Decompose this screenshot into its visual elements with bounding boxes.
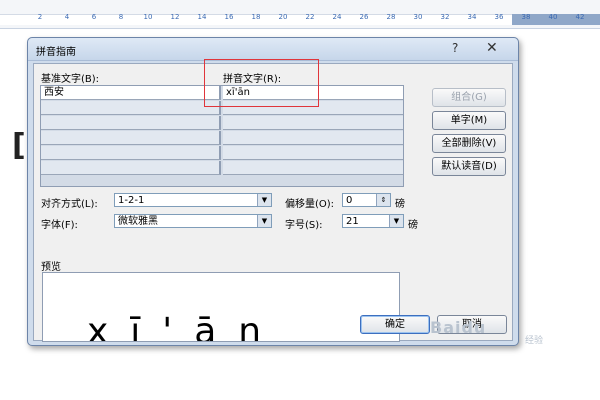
ruler-tick-label: 36 bbox=[494, 13, 504, 21]
preview-pinyin-text: xī'ān bbox=[87, 311, 284, 342]
ruler-tick-label: 42 bbox=[575, 13, 585, 21]
pinyin-text-field[interactable] bbox=[223, 116, 403, 130]
font-value: 微软雅黑 bbox=[118, 216, 158, 227]
chevron-down-icon[interactable]: ▼ bbox=[257, 194, 271, 206]
single-char-button[interactable]: 单字(M) bbox=[432, 111, 506, 130]
grid-row bbox=[41, 161, 403, 176]
ruler-tick-label: 40 bbox=[548, 13, 558, 21]
base-text-label: 基准文字(B): bbox=[41, 74, 100, 85]
ruler-tick-label: 14 bbox=[197, 13, 207, 21]
ruler-tick-label: 32 bbox=[440, 13, 450, 21]
combine-button[interactable]: 组合(G) bbox=[432, 88, 506, 107]
offset-value: 0 bbox=[346, 195, 353, 206]
highlight-annotation-box bbox=[204, 59, 319, 107]
preview-pane: xī'ān bbox=[42, 272, 400, 342]
close-icon[interactable]: ✕ bbox=[486, 40, 498, 56]
base-text-field[interactable] bbox=[41, 131, 221, 145]
document-ruler: 2468101214161820222426283032343638404244 bbox=[0, 0, 600, 29]
dialog-titlebar: 拼音指南 ? ✕ bbox=[28, 38, 518, 61]
grid-row bbox=[41, 131, 403, 146]
ruler-tick-label: 38 bbox=[521, 13, 531, 21]
pinyin-text-field[interactable] bbox=[223, 146, 403, 160]
ruler-tick-label: 10 bbox=[143, 13, 153, 21]
base-text-field[interactable] bbox=[41, 116, 221, 130]
ok-button[interactable]: 确定 bbox=[360, 315, 430, 334]
ruler-tick-label: 4 bbox=[64, 13, 70, 21]
pinyin-text-field[interactable] bbox=[223, 161, 403, 175]
grid-row bbox=[41, 116, 403, 131]
ruler-tick-label: 22 bbox=[305, 13, 315, 21]
ruler-tick-label: 6 bbox=[91, 13, 97, 21]
ruler-track bbox=[0, 14, 600, 25]
default-reading-button[interactable]: 默认读音(D) bbox=[432, 157, 506, 176]
base-text-field[interactable] bbox=[41, 161, 221, 175]
ruler-tick-label: 30 bbox=[413, 13, 423, 21]
ruler-tick-label: 24 bbox=[332, 13, 342, 21]
help-icon[interactable]: ? bbox=[452, 41, 458, 55]
offset-label: 偏移量(O): bbox=[285, 199, 335, 210]
clear-all-button[interactable]: 全部删除(V) bbox=[432, 134, 506, 153]
base-text-field[interactable] bbox=[41, 101, 221, 115]
alignment-select[interactable]: 1-2-1 ▼ bbox=[114, 193, 272, 207]
alignment-label: 对齐方式(L): bbox=[41, 199, 98, 210]
preview-label: 预览 bbox=[41, 262, 61, 273]
base-text-field[interactable]: 西安 bbox=[41, 86, 221, 100]
baidu-watermark-logo: Baidu bbox=[430, 318, 487, 337]
ruler-tick-label: 34 bbox=[467, 13, 477, 21]
font-size-select[interactable]: 21 ▼ bbox=[342, 214, 404, 228]
ruler-tick-label: 26 bbox=[359, 13, 369, 21]
base-text-field[interactable] bbox=[41, 146, 221, 160]
font-size-value: 21 bbox=[346, 216, 359, 227]
pinyin-text-field[interactable] bbox=[223, 131, 403, 145]
ruler-tick-label: 2 bbox=[37, 13, 43, 21]
grid-row bbox=[41, 146, 403, 161]
spinner-arrows-icon[interactable]: ⇕ bbox=[376, 194, 390, 206]
dialog-body: 基准文字(B): 拼音文字(R): 西安 xī'ān 组合(G) 单字(M) 全… bbox=[33, 59, 513, 342]
document-text-glyph: [ bbox=[12, 128, 26, 163]
font-select[interactable]: 微软雅黑 ▼ bbox=[114, 214, 272, 228]
offset-spinner[interactable]: 0 ⇕ bbox=[342, 193, 391, 207]
offset-unit: 磅 bbox=[395, 199, 405, 210]
chevron-down-icon[interactable]: ▼ bbox=[389, 215, 403, 227]
alignment-value: 1-2-1 bbox=[118, 195, 145, 206]
phonetic-guide-dialog: 拼音指南 ? ✕ 基准文字(B): 拼音文字(R): 西安 xī'ān 组合(G… bbox=[27, 37, 519, 346]
ruler-tick-label: 28 bbox=[386, 13, 396, 21]
font-size-unit: 磅 bbox=[408, 220, 418, 231]
dialog-title: 拼音指南 bbox=[36, 47, 76, 58]
ruler-tick-label: 12 bbox=[170, 13, 180, 21]
watermark-subtext: 经验 bbox=[525, 336, 544, 346]
ruler-tick-label: 20 bbox=[278, 13, 288, 21]
chevron-down-icon[interactable]: ▼ bbox=[257, 215, 271, 227]
font-label: 字体(F): bbox=[41, 220, 78, 231]
ruler-tick-label: 8 bbox=[118, 13, 124, 21]
ruler-tick-label: 16 bbox=[224, 13, 234, 21]
font-size-label: 字号(S): bbox=[285, 220, 323, 231]
ruler-tick-label: 18 bbox=[251, 13, 261, 21]
